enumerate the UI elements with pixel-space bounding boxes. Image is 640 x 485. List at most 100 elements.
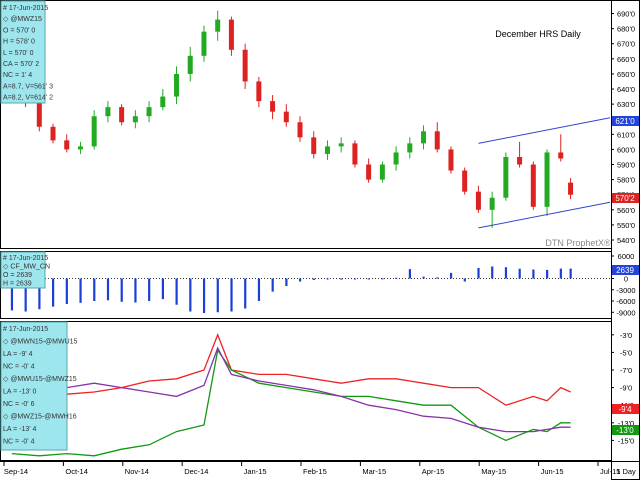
spread-bar: [326, 278, 329, 280]
lines-legend-line: LA = -13' 0: [3, 389, 37, 396]
lines-legend-line: LA = -13' 4: [3, 426, 37, 433]
candle-body: [462, 170, 468, 192]
candle-body: [77, 146, 83, 150]
candle-body: [352, 143, 358, 165]
spread-legend-line: H = 2639: [3, 281, 32, 288]
price-y-tick-label: 630'0: [617, 100, 635, 109]
spread-legend-line: ◇ CF_MW_CN: [3, 264, 50, 271]
spread-legend-line: # 17-Jun-2015: [3, 255, 48, 262]
price-legend-line: H = 578' 0: [3, 39, 35, 46]
spread-bar: [257, 278, 261, 301]
price-y-tick-label: 680'0: [617, 25, 635, 34]
date-tick-label: Oct-14: [65, 467, 88, 476]
spread-bar: [367, 278, 370, 280]
candle-body: [242, 49, 248, 82]
chart-title: December HRS Daily: [495, 29, 581, 39]
spread-bar: [546, 269, 549, 279]
candle-body: [105, 107, 111, 117]
spread-bar: [244, 278, 247, 309]
lines-legend-line: NC = -0' 6: [3, 401, 35, 408]
svg-text:621'0: 621'0: [615, 117, 635, 126]
candle-body: [324, 146, 330, 154]
candle-body: [201, 31, 207, 56]
red-line-tag: -9'4: [612, 404, 639, 414]
spread-bar: [175, 278, 178, 305]
lines-legend-line: ◇ @MWN15-@MWU15: [3, 339, 78, 346]
date-tick-label: Apr-15: [422, 467, 445, 476]
lines-y-tick-label: -9'0: [620, 384, 632, 393]
chart-canvas: December HRS Daily DTN ProphetX® 690'0 68…: [0, 0, 640, 480]
spread-y-axis: -9000-6000-3000030006000: [611, 252, 636, 317]
price-last-tag: 570'2: [612, 193, 639, 203]
candle-body: [228, 19, 234, 50]
lines-legend: # 17-Jun-2015 ◇ @MWN15-@MWU15 LA = -9' 4 NC…: [0, 321, 78, 451]
candle-body: [64, 140, 70, 150]
spread-legend: # 17-Jun-2015 ◇ CF_MW_CNO = 2639 H = 2639: [0, 251, 50, 289]
price-legend-line: O = 570' 0: [3, 27, 35, 34]
price-y-tick-label: 540'0: [617, 236, 635, 245]
spread-bar: [395, 277, 398, 279]
price-y-tick-label: 690'0: [617, 10, 635, 19]
spread-bar: [422, 276, 425, 279]
spread-y-tick-label: -9000: [616, 308, 635, 317]
spread-bar: [477, 268, 480, 279]
candle-body: [91, 116, 97, 147]
interval-label: 1 Day: [616, 467, 636, 476]
spread-bar: [148, 278, 151, 301]
spread-bar: [134, 278, 137, 303]
date-tick-label: Jun-15: [541, 467, 564, 476]
candle-body: [503, 156, 509, 198]
spread-bar: [202, 278, 206, 313]
svg-text:570'2: 570'2: [615, 194, 635, 203]
price-y-tick-label: 640'0: [617, 85, 635, 94]
spread-bar: [216, 278, 219, 313]
lines-legend-line: # 17-Jun-2015: [3, 326, 48, 333]
candle-body: [568, 182, 574, 195]
spread-bar: [340, 278, 343, 280]
spread-bar: [65, 278, 68, 304]
price-legend-line: # 17-Jun-2015: [3, 5, 48, 12]
candle-body: [311, 137, 317, 154]
candle-body: [448, 149, 454, 171]
candle-body: [146, 107, 152, 117]
candle-body: [283, 111, 289, 123]
price-y-tick-label: 650'0: [617, 70, 635, 79]
green-line-tag: -13'0: [612, 425, 639, 435]
lines-legend-line: NC = -0' 4: [3, 364, 35, 371]
price-legend-line: A=8.2, V=614' 2: [3, 95, 53, 102]
lines-y-tick-label: -5'0: [620, 348, 632, 357]
spread-bar: [299, 278, 302, 282]
spread-bar: [52, 278, 55, 307]
lines-legend-line: LA = -9' 4: [3, 351, 33, 358]
price-y-tick-label: 670'0: [617, 40, 635, 49]
spread-bar: [230, 278, 233, 312]
candle-body: [160, 96, 166, 108]
candle-body: [132, 116, 138, 123]
spread-bar: [312, 278, 315, 280]
lines-y-tick-label: -3'0: [620, 331, 632, 340]
spread-bar: [559, 268, 562, 279]
lines-y-tick-label: -15'0: [618, 436, 634, 445]
spread-bar: [189, 278, 192, 312]
spread-legend-line: O = 2639: [3, 272, 32, 279]
price-y-tick-label: 580'0: [617, 176, 635, 185]
price-legend-line: ◇ @MWZ15: [3, 16, 42, 23]
candle-body: [297, 122, 303, 138]
spread-bar: [93, 278, 96, 301]
date-tick-label: May-15: [481, 467, 506, 476]
lines-legend-line: NC = -0' 4: [3, 439, 35, 446]
spread-bar: [285, 278, 288, 286]
price-legend-line: CA = 570' 2: [3, 61, 39, 68]
candle-body: [530, 164, 536, 207]
candle-body: [270, 101, 276, 112]
spread-bar: [106, 278, 110, 301]
date-tick-label: Feb-15: [303, 467, 327, 476]
spread-bar: [353, 278, 357, 280]
svg-text:-9'4: -9'4: [618, 405, 632, 414]
spread-last-tag: 2639: [612, 265, 639, 275]
date-tick-label: Dec-14: [184, 467, 208, 476]
svg-text:2639: 2639: [616, 266, 634, 275]
chart-window: December HRS Daily DTN ProphetX® 690'0 68…: [0, 0, 640, 480]
date-tick-label: Nov-14: [125, 467, 149, 476]
candle-body: [379, 164, 385, 180]
